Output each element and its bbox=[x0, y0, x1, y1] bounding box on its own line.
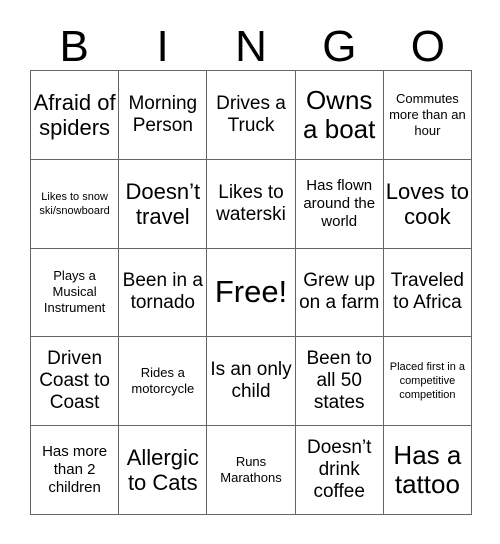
bingo-grid: Afraid of spiders Morning Person Drives … bbox=[30, 70, 472, 515]
bingo-cell-label: Drives a Truck bbox=[216, 92, 286, 136]
bingo-cell-n1[interactable]: Drives a Truck bbox=[207, 71, 296, 160]
bingo-cell-b5[interactable]: Has more than 2 children bbox=[31, 426, 120, 515]
bingo-cell-label: Grew up on a farm bbox=[299, 270, 380, 314]
bingo-cell-label: Been to all 50 states bbox=[306, 348, 372, 414]
bingo-cell-b1[interactable]: Afraid of spiders bbox=[31, 71, 120, 160]
free-space-label: Free! bbox=[214, 274, 288, 310]
bingo-cell-label: Likes to waterski bbox=[216, 181, 286, 225]
bingo-cell-label: Has more than 2 children bbox=[42, 443, 108, 497]
bingo-cell-label: Placed first in a competitive competitio… bbox=[389, 361, 465, 402]
bingo-cell-label: Been in a tornado bbox=[122, 270, 203, 314]
header-letter-i: I bbox=[156, 22, 169, 71]
header-letter-b: B bbox=[59, 22, 89, 71]
bingo-cell-label: Driven Coast to Coast bbox=[39, 348, 110, 414]
bingo-cell-n5[interactable]: Runs Marathons bbox=[207, 426, 296, 515]
bingo-cell-o4[interactable]: Placed first in a competitive competitio… bbox=[383, 337, 472, 427]
bingo-cell-label: Owns a boat bbox=[303, 84, 376, 144]
bingo-header: B I N G O bbox=[30, 16, 472, 70]
bingo-cell-g5[interactable]: Doesn’t drink coffee bbox=[295, 426, 384, 515]
bingo-cell-i2[interactable]: Doesn’t travel bbox=[119, 159, 208, 249]
bingo-cell-label: Rides a motorcycle bbox=[131, 365, 195, 397]
bingo-cell-label: Has flown around the world bbox=[303, 176, 376, 230]
bingo-cell-g2[interactable]: Has flown around the world bbox=[295, 159, 384, 249]
bingo-cell-b2[interactable]: Likes to snow ski/snowboard bbox=[31, 159, 120, 249]
bingo-cell-o3[interactable]: Traveled to Africa bbox=[383, 248, 472, 338]
bingo-cell-label: Traveled to Africa bbox=[390, 270, 464, 314]
header-letter-g: G bbox=[322, 22, 357, 71]
bingo-cell-label: Doesn’t drink coffee bbox=[306, 437, 372, 503]
bingo-cell-b3[interactable]: Plays a Musical Instrument bbox=[31, 248, 120, 338]
bingo-cell-g4[interactable]: Been to all 50 states bbox=[295, 337, 384, 427]
bingo-cell-i5[interactable]: Allergic to Cats bbox=[119, 426, 208, 515]
bingo-cell-label: Likes to snow ski/snowboard bbox=[39, 190, 110, 217]
bingo-cell-n4[interactable]: Is an only child bbox=[207, 337, 296, 427]
bingo-cell-label: Runs Marathons bbox=[220, 454, 282, 486]
bingo-cell-label: Commutes more than an hour bbox=[389, 90, 466, 138]
bingo-cell-o5[interactable]: Has a tattoo bbox=[383, 426, 472, 515]
bingo-card: B I N G O Afraid of spiders Morning Pers… bbox=[0, 0, 500, 544]
bingo-cell-o2[interactable]: Loves to cook bbox=[383, 159, 472, 249]
bingo-cell-g3[interactable]: Grew up on a farm bbox=[295, 248, 384, 338]
bingo-cell-free-space[interactable]: Free! bbox=[207, 248, 296, 338]
bingo-cell-b4[interactable]: Driven Coast to Coast bbox=[31, 337, 120, 427]
bingo-cell-i4[interactable]: Rides a motorcycle bbox=[119, 337, 208, 427]
bingo-cell-o1[interactable]: Commutes more than an hour bbox=[383, 71, 472, 160]
bingo-cell-label: Is an only child bbox=[210, 359, 292, 403]
bingo-cell-i1[interactable]: Morning Person bbox=[119, 71, 208, 160]
header-letter-o: O bbox=[410, 22, 445, 71]
bingo-cell-label: Doesn’t travel bbox=[125, 178, 201, 229]
bingo-cell-label: Afraid of spiders bbox=[33, 89, 116, 140]
bingo-cell-label: Loves to cook bbox=[385, 178, 469, 229]
bingo-cell-g1[interactable]: Owns a boat bbox=[295, 71, 384, 160]
bingo-cell-label: Plays a Musical Instrument bbox=[43, 268, 106, 316]
header-letter-n: N bbox=[235, 22, 267, 71]
bingo-cell-n2[interactable]: Likes to waterski bbox=[207, 159, 296, 249]
bingo-cell-label: Morning Person bbox=[128, 92, 198, 136]
bingo-cell-label: Has a tattoo bbox=[393, 440, 462, 500]
bingo-cell-i3[interactable]: Been in a tornado bbox=[119, 248, 208, 338]
bingo-cell-label: Allergic to Cats bbox=[126, 445, 199, 496]
